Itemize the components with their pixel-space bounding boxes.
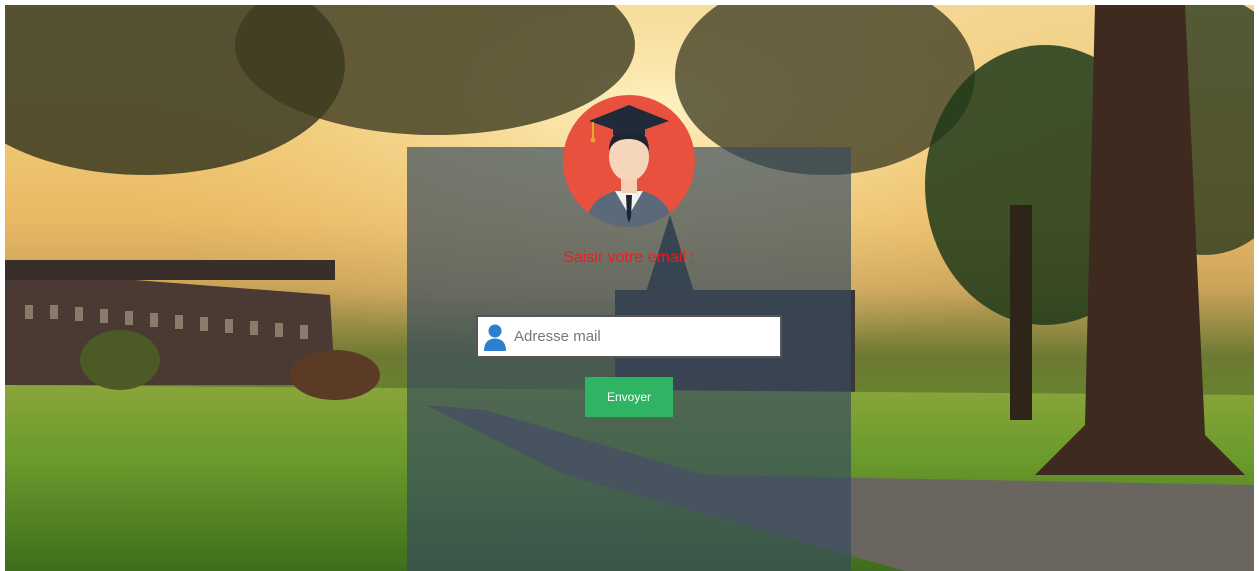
email-field-wrapper[interactable] [476,315,782,358]
submit-button[interactable]: Envoyer [585,377,673,417]
email-prompt-label: Saisir votre email : [563,249,695,266]
login-page: Saisir votre email : Envoyer [0,0,1259,571]
email-input[interactable] [512,318,780,355]
graduate-avatar-icon [563,95,695,227]
user-icon [478,317,512,356]
